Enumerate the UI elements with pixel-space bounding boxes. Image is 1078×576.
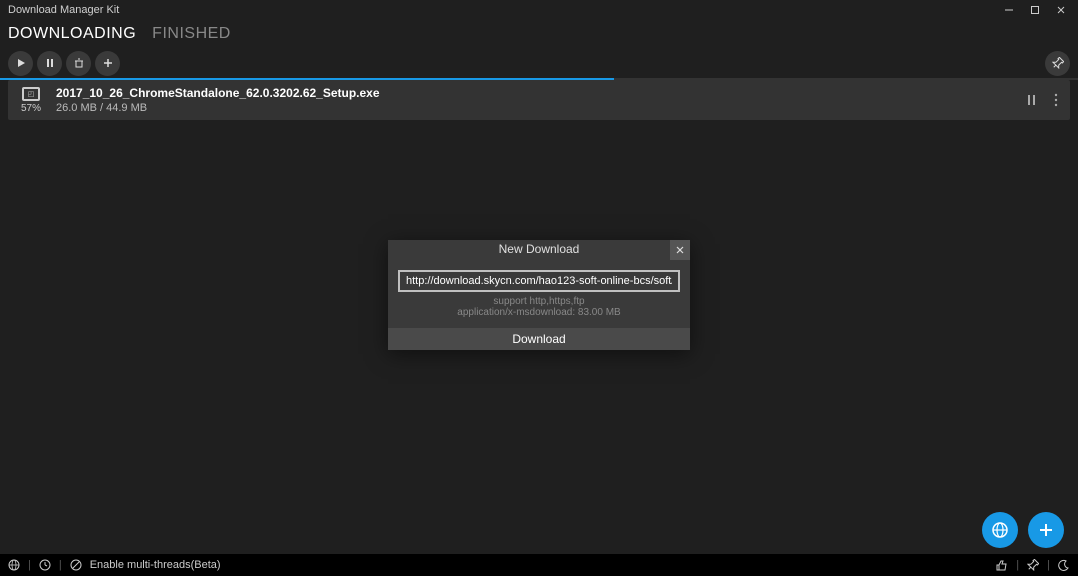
status-block-icon[interactable] [70, 559, 82, 571]
fab-globe-button[interactable] [982, 512, 1018, 548]
download-total-size: 44.9 MB [106, 102, 147, 114]
status-like-icon[interactable] [996, 559, 1008, 571]
delete-button[interactable] [66, 51, 91, 76]
fab-add-button[interactable] [1028, 512, 1064, 548]
dialog-header: New Download [388, 240, 690, 260]
new-download-dialog: New Download support http,https,ftp appl… [388, 240, 690, 350]
tab-finished[interactable]: FINISHED [152, 25, 231, 43]
item-pause-button[interactable] [1024, 95, 1040, 105]
download-left: ◰ 57% [16, 87, 46, 114]
download-size-sep: / [97, 102, 106, 114]
app-title: Download Manager Kit [8, 4, 119, 16]
maximize-button[interactable] [1022, 0, 1048, 20]
support-text: support http,https,ftp [398, 296, 680, 307]
download-filename: 2017_10_26_ChromeStandalone_62.0.3202.62… [56, 86, 1014, 100]
status-clock-icon[interactable] [39, 559, 51, 571]
tabs: DOWNLOADING FINISHED [0, 20, 1078, 48]
status-pin-icon[interactable] [1027, 559, 1039, 571]
status-globe-icon[interactable] [8, 559, 20, 571]
status-moon-icon[interactable] [1058, 559, 1070, 571]
toolbar [0, 48, 1078, 78]
window-controls [996, 0, 1074, 20]
status-bar: | | Enable multi-threads(Beta) | | [0, 554, 1078, 576]
download-item[interactable]: ◰ 57% 2017_10_26_ChromeStandalone_62.0.3… [8, 80, 1070, 120]
add-button[interactable] [95, 51, 120, 76]
status-sep-2: | [59, 559, 62, 571]
download-done-size: 26.0 MB [56, 102, 97, 114]
title-bar: Download Manager Kit [0, 0, 1078, 20]
pause-button[interactable] [37, 51, 62, 76]
item-more-button[interactable] [1050, 93, 1062, 107]
dialog-close-button[interactable] [670, 240, 690, 260]
status-right: | | [996, 559, 1070, 571]
pin-button[interactable] [1045, 51, 1070, 76]
play-button[interactable] [8, 51, 33, 76]
download-button[interactable]: Download [388, 328, 690, 350]
minimize-button[interactable] [996, 0, 1022, 20]
close-button[interactable] [1048, 0, 1074, 20]
status-sep-4: | [1047, 559, 1050, 571]
status-sep-3: | [1016, 559, 1019, 571]
dialog-body: support http,https,ftp application/x-msd… [388, 260, 690, 328]
download-info: 2017_10_26_ChromeStandalone_62.0.3202.62… [56, 86, 1014, 114]
url-input[interactable] [398, 270, 680, 292]
file-icon: ◰ [22, 87, 40, 101]
dialog-title: New Download [388, 240, 690, 256]
download-actions [1024, 93, 1062, 107]
meta-text: application/x-msdownload: 83.00 MB [398, 307, 680, 318]
status-multithread-label[interactable]: Enable multi-threads(Beta) [90, 559, 221, 571]
status-sep: | [28, 559, 31, 571]
download-percent: 57% [21, 103, 41, 114]
download-size: 26.0 MB / 44.9 MB [56, 102, 1014, 114]
fab-row [982, 512, 1064, 548]
tab-downloading[interactable]: DOWNLOADING [8, 25, 136, 43]
